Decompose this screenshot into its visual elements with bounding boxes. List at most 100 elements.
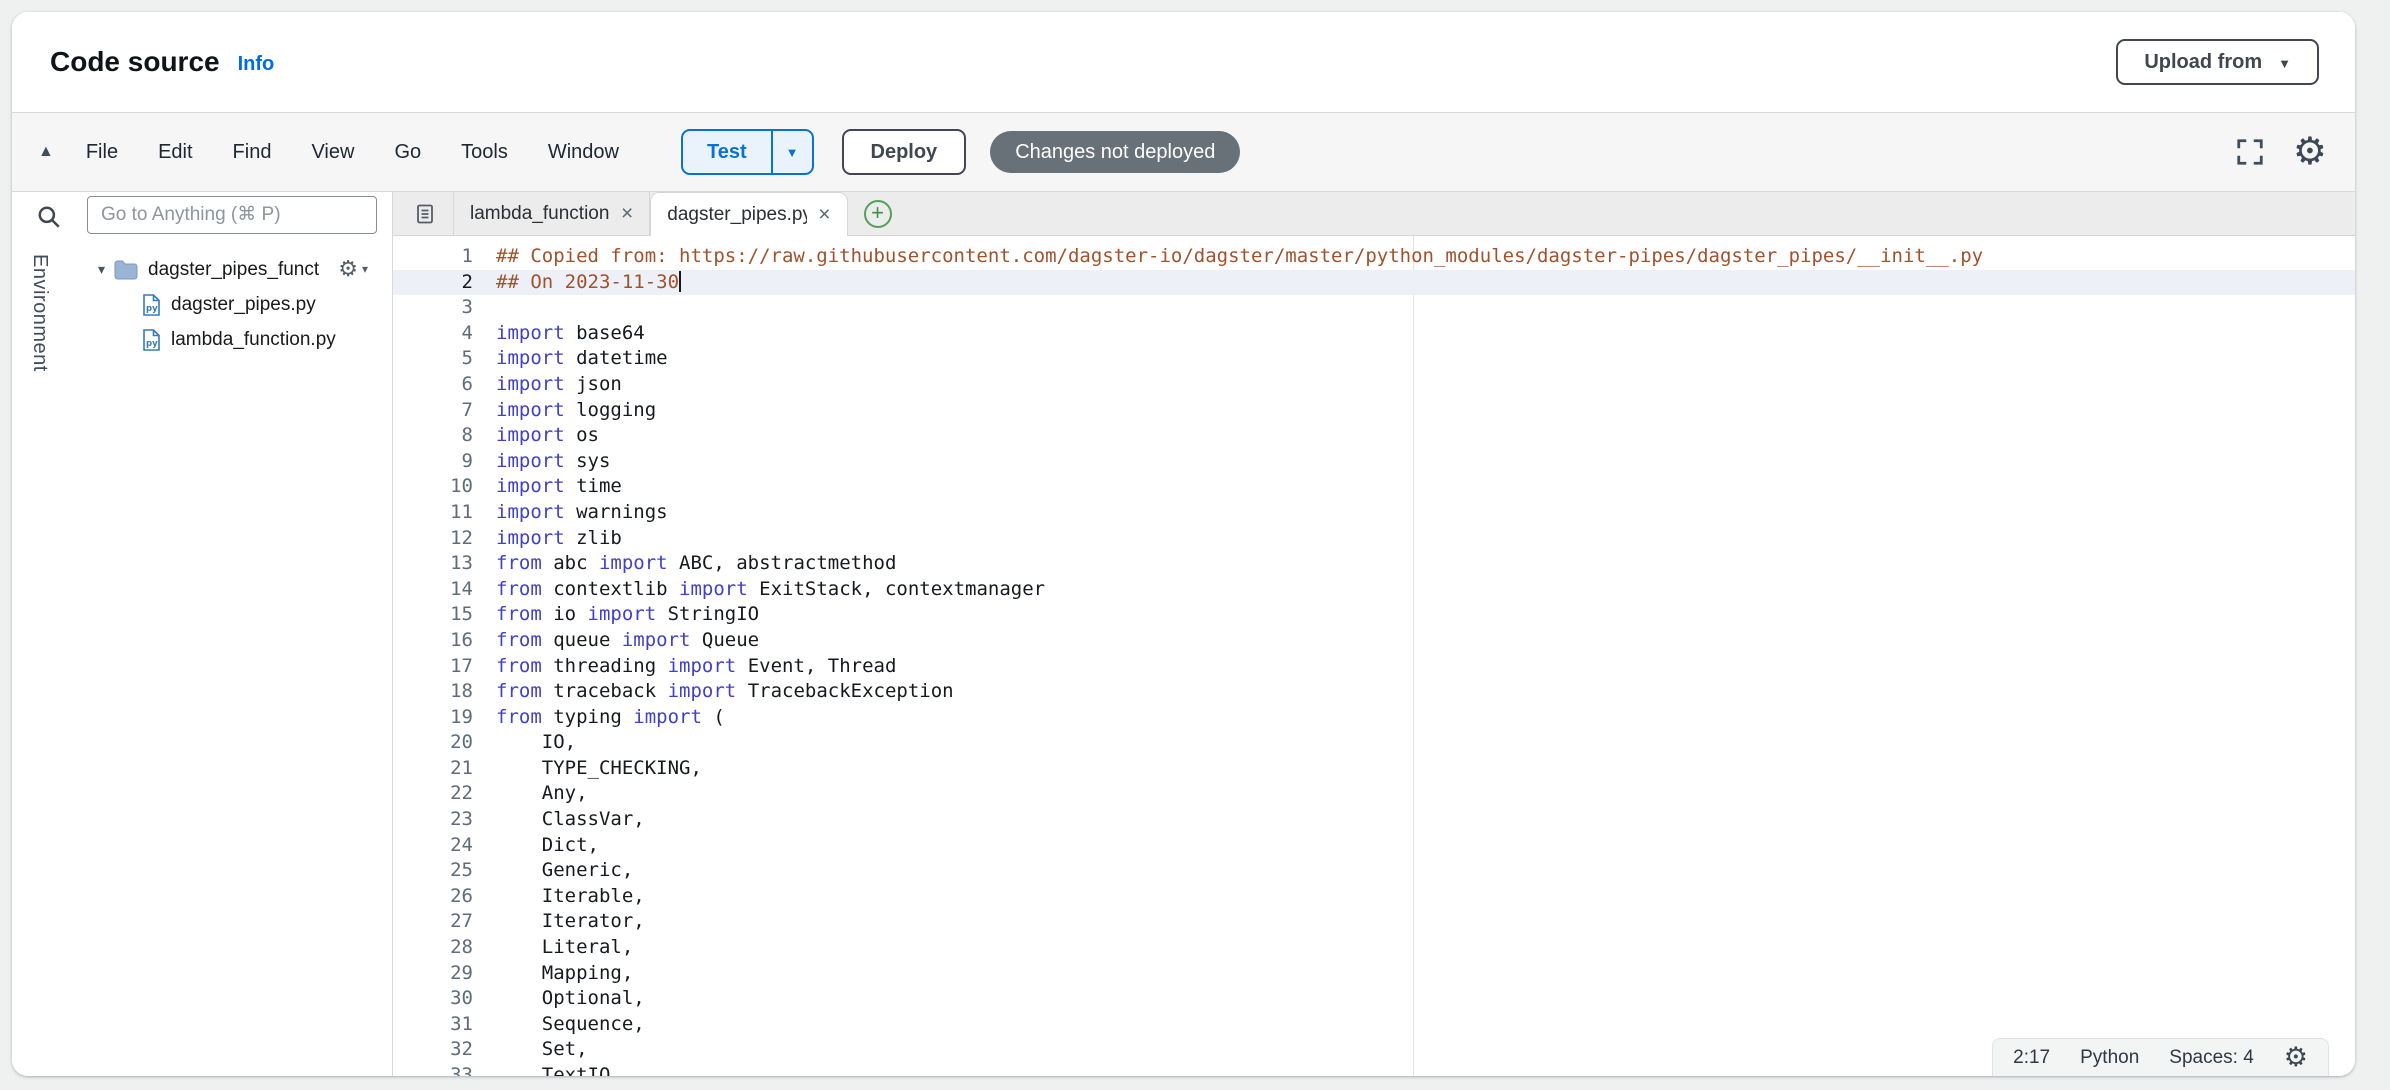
code-line-11[interactable]: 11import warnings [393,500,2355,526]
line-number: 22 [393,781,473,807]
code-text: Iterator, [473,909,645,935]
info-link[interactable]: Info [238,53,275,76]
code-line-26[interactable]: 26 Iterable, [393,884,2355,910]
tab-list-icon[interactable] [415,203,435,225]
code-line-16[interactable]: 16from queue import Queue [393,628,2355,654]
line-number: 32 [393,1037,473,1063]
menu-go[interactable]: Go [374,141,441,164]
menu-find[interactable]: Find [213,141,292,164]
code-line-4[interactable]: 4import base64 [393,321,2355,347]
code-text: from threading import Event, Thread [473,654,896,680]
text-cursor [679,271,681,292]
tab-lambda-function-py[interactable]: lambda_function.py× [453,192,650,235]
code-line-20[interactable]: 20 IO, [393,730,2355,756]
code-line-14[interactable]: 14from contextlib import ExitStack, cont… [393,577,2355,603]
code-line-25[interactable]: 25 Generic, [393,858,2355,884]
code-text: Generic, [473,858,633,884]
code-line-17[interactable]: 17from threading import Event, Thread [393,654,2355,680]
code-line-10[interactable]: 10import time [393,474,2355,500]
code-text: import datetime [473,346,668,372]
code-line-2[interactable]: 2## On 2023-11-30 [393,270,2355,296]
test-button[interactable]: Test [683,131,771,173]
tab-dagster-pipes-py[interactable]: dagster_pipes.py× [650,192,847,236]
code-line-8[interactable]: 8import os [393,423,2355,449]
code-line-24[interactable]: 24 Dict, [393,833,2355,859]
code-line-18[interactable]: 18from traceback import TracebackExcepti… [393,679,2355,705]
line-number: 31 [393,1012,473,1038]
menu-window[interactable]: Window [528,141,639,164]
line-number: 5 [393,346,473,372]
code-line-31[interactable]: 31 Sequence, [393,1012,2355,1038]
folder-row[interactable]: ▾ dagster_pipes_funct ⚙ ▾ [12,252,392,287]
code-text: Any, [473,781,588,807]
line-number: 10 [393,474,473,500]
collapse-pane-icon[interactable]: ▲ [38,143,54,161]
line-number: 8 [393,423,473,449]
code-text: Optional, [473,986,645,1012]
code-text: import sys [473,449,610,475]
code-line-30[interactable]: 30 Optional, [393,986,2355,1012]
line-number: 6 [393,372,473,398]
gear-icon[interactable]: ⚙ [2284,1044,2308,1071]
gear-icon[interactable]: ⚙ [2293,133,2327,171]
code-line-19[interactable]: 19from typing import ( [393,705,2355,731]
file-row-lambda-function-py[interactable]: py lambda_function.py [12,322,392,357]
menu-tools[interactable]: Tools [441,141,528,164]
code-text: Mapping, [473,961,633,987]
line-number: 28 [393,935,473,961]
code-editor[interactable]: 1## Copied from: https://raw.githubuserc… [393,236,2355,1076]
code-line-23[interactable]: 23 ClassVar, [393,807,2355,833]
upload-from-button[interactable]: Upload from ▼ [2116,39,2319,85]
code-line-9[interactable]: 9import sys [393,449,2355,475]
code-line-22[interactable]: 22 Any, [393,781,2355,807]
menu-view[interactable]: View [291,141,374,164]
goto-anything-input[interactable] [87,196,377,234]
folder-settings-button[interactable]: ⚙ ▾ [338,256,368,282]
code-text: Set, [473,1037,588,1063]
deploy-button[interactable]: Deploy [842,129,967,175]
code-line-3[interactable]: 3 [393,295,2355,321]
code-line-1[interactable]: 1## Copied from: https://raw.githubuserc… [393,244,2355,270]
folder-icon [114,260,138,280]
search-icon[interactable] [36,204,62,235]
code-line-7[interactable]: 7import logging [393,398,2355,424]
file-tree: ▾ dagster_pipes_funct ⚙ ▾ py [12,252,392,357]
fullscreen-icon[interactable] [2235,137,2265,167]
code-line-21[interactable]: 21 TYPE_CHECKING, [393,756,2355,782]
python-file-icon: py [142,294,161,316]
file-row-dagster-pipes-py[interactable]: py dagster_pipes.py [12,287,392,322]
gear-icon: ⚙ [338,256,358,282]
close-icon[interactable]: × [818,204,830,225]
code-text: Dict, [473,833,599,859]
language-mode[interactable]: Python [2080,1047,2139,1069]
line-number: 30 [393,986,473,1012]
code-line-6[interactable]: 6import json [393,372,2355,398]
code-line-15[interactable]: 15from io import StringIO [393,602,2355,628]
chevron-down-icon[interactable]: ▾ [98,261,105,278]
close-icon[interactable]: × [621,203,633,224]
code-line-13[interactable]: 13from abc import ABC, abstractmethod [393,551,2355,577]
cursor-position[interactable]: 2:17 [2013,1047,2050,1069]
tree-file-list: py dagster_pipes.py py lambda_function.p… [12,287,392,357]
line-number: 19 [393,705,473,731]
code-line-28[interactable]: 28 Literal, [393,935,2355,961]
menu-items: FileEditFindViewGoToolsWindow [66,141,639,164]
menu-edit[interactable]: Edit [138,141,212,164]
line-number: 1 [393,244,473,270]
code-text: Literal, [473,935,633,961]
tab-bar: lambda_function.py×dagster_pipes.py× + [393,192,2355,236]
code-line-12[interactable]: 12import zlib [393,526,2355,552]
test-dropdown-button[interactable]: ▼ [771,131,812,173]
line-number: 12 [393,526,473,552]
code-text: import base64 [473,321,645,347]
new-tab-button[interactable]: + [864,200,892,228]
code-line-5[interactable]: 5import datetime [393,346,2355,372]
indent-setting[interactable]: Spaces: 4 [2169,1047,2254,1069]
menu-file[interactable]: File [66,141,138,164]
caret-down-icon: ▾ [362,262,368,276]
code-line-27[interactable]: 27 Iterator, [393,909,2355,935]
code-line-29[interactable]: 29 Mapping, [393,961,2355,987]
code-text: ## On 2023-11-30 [473,270,681,296]
line-number: 21 [393,756,473,782]
line-number: 23 [393,807,473,833]
